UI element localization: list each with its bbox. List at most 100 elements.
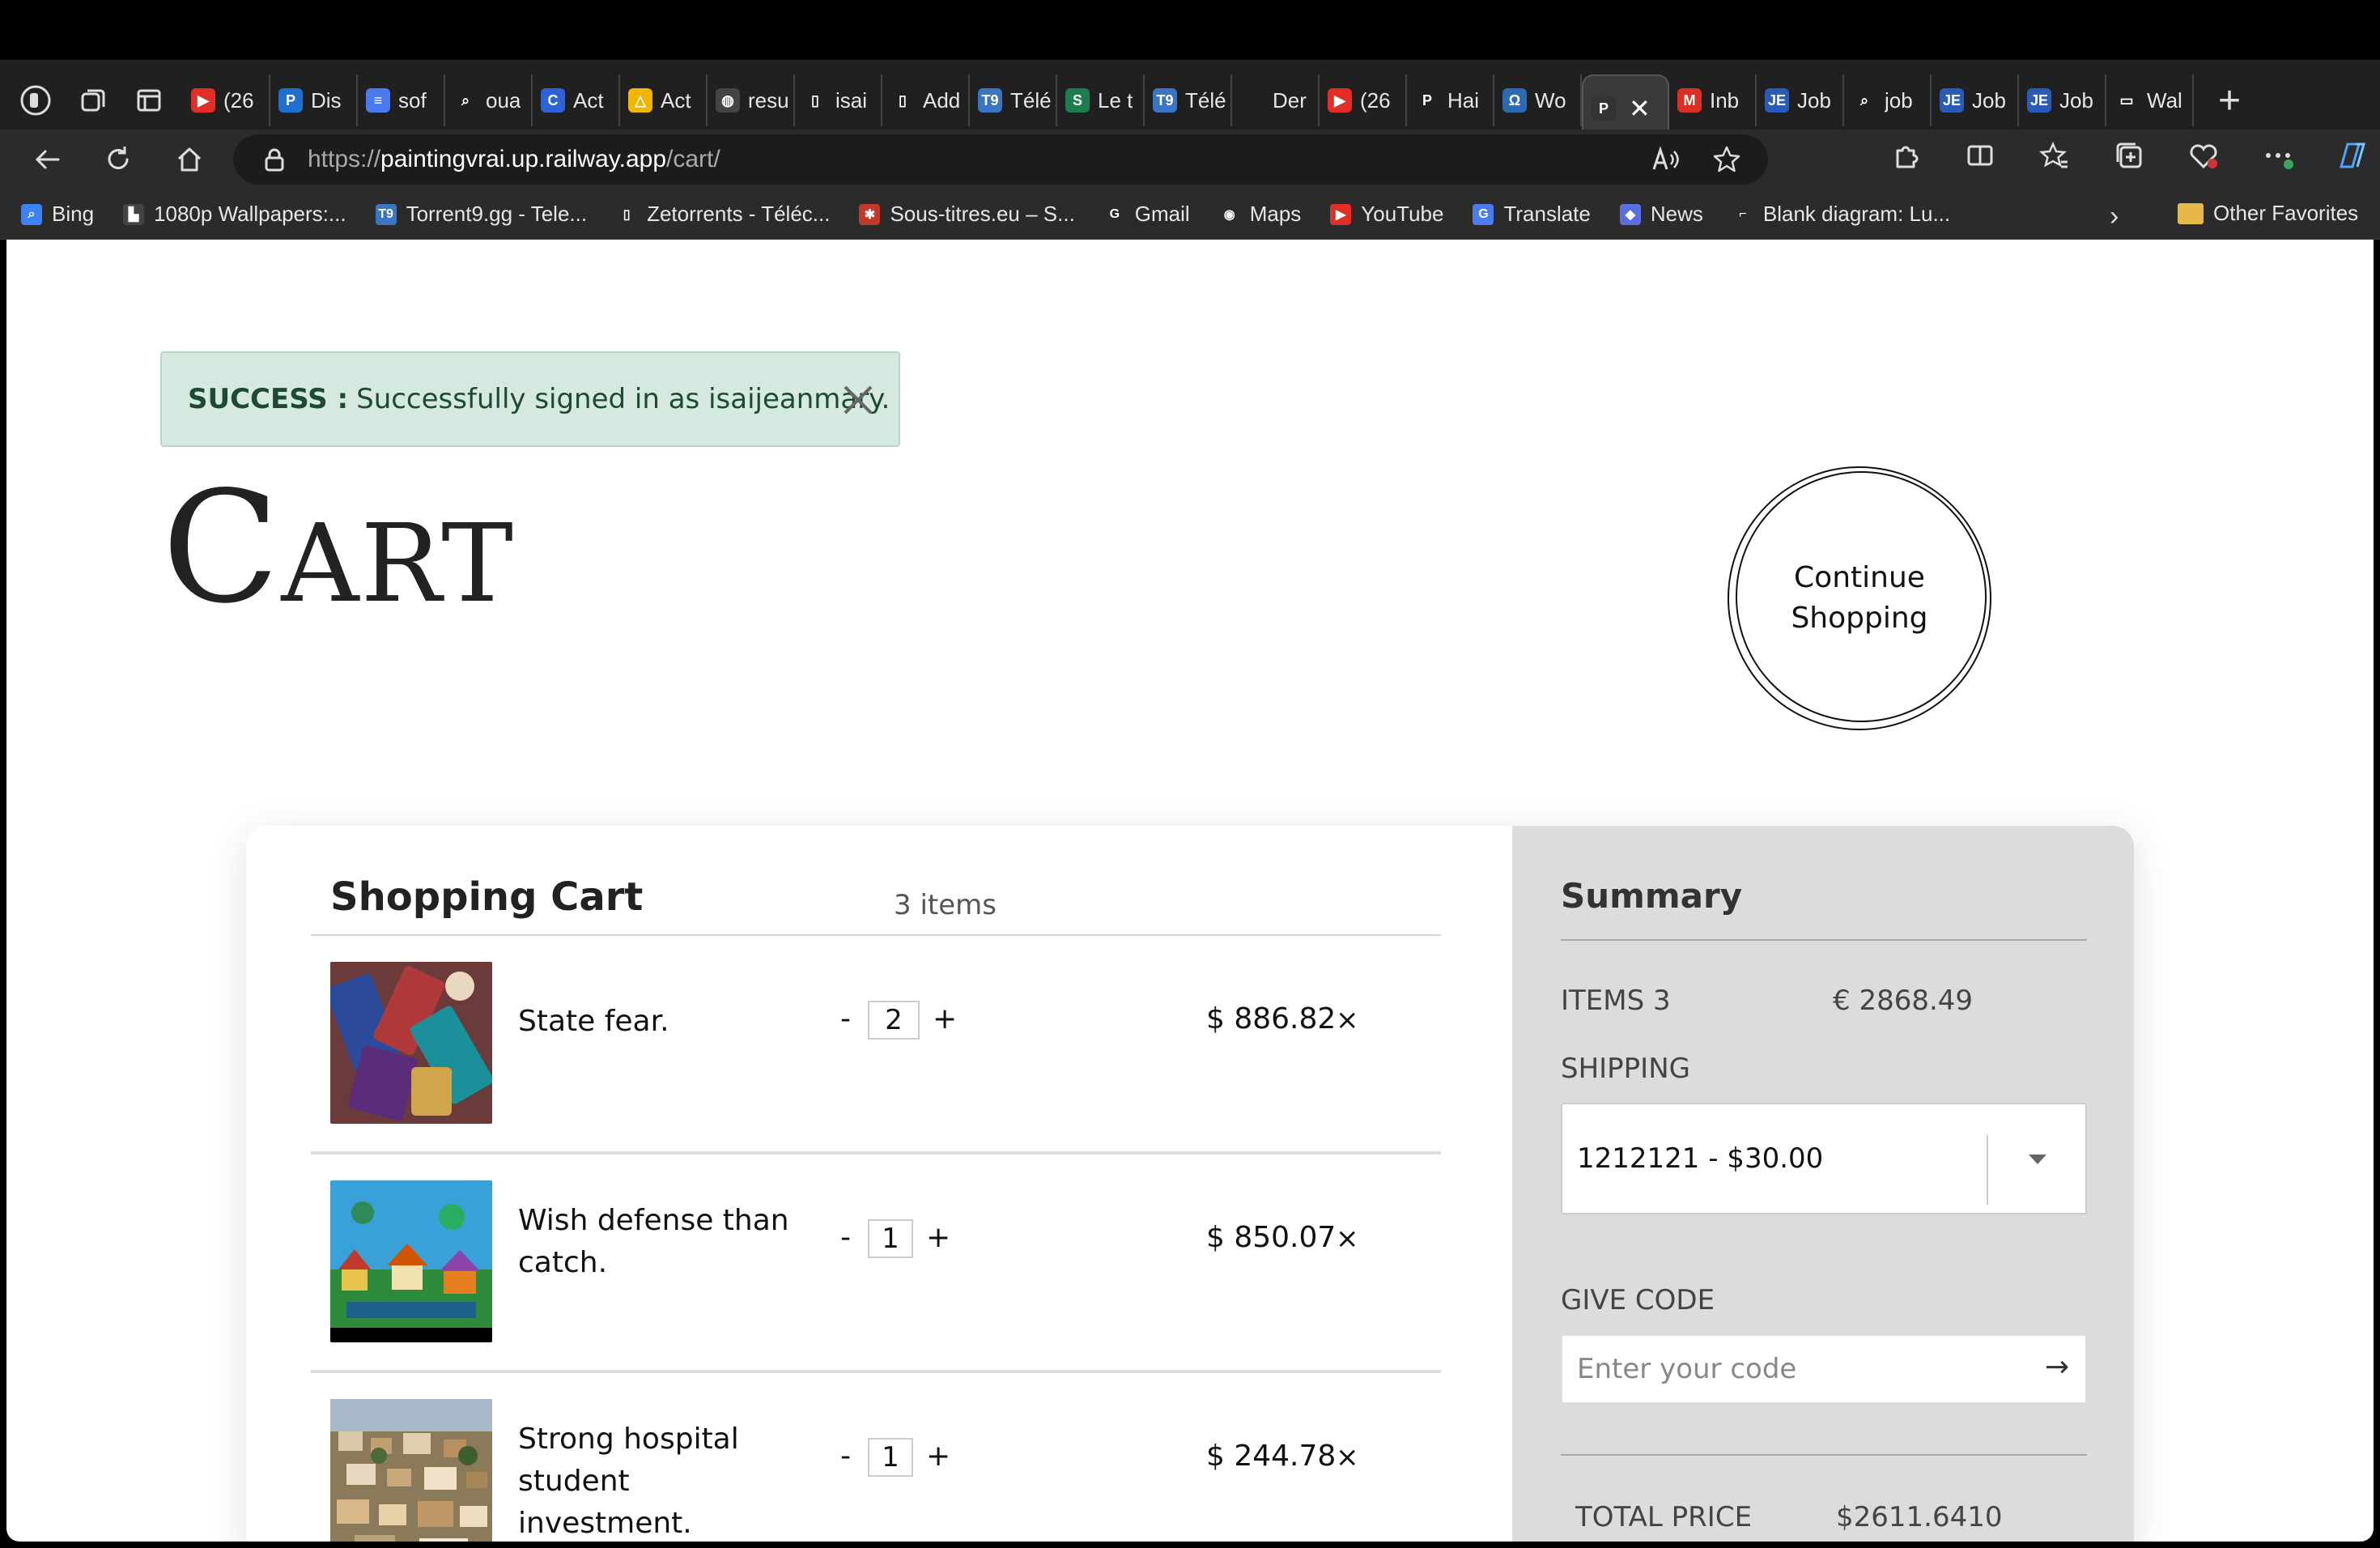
tab-label: Act (573, 87, 604, 113)
tab-actions-icon[interactable] (126, 78, 172, 123)
browser-tab[interactable]: JE Job (2019, 74, 2106, 126)
quantity-field[interactable]: 1 (868, 1219, 913, 1258)
quantity-field[interactable]: 2 (868, 1001, 920, 1040)
split-screen-icon[interactable] (1961, 136, 2000, 175)
collections-icon[interactable] (2110, 136, 2148, 175)
favorite-link[interactable]: ⌐ Blank diagram: Lu... (1732, 202, 1950, 227)
lock-icon (265, 148, 284, 172)
browser-tab[interactable]: ▯ Add (882, 74, 970, 126)
quantity-field[interactable]: 1 (868, 1438, 913, 1477)
folder-icon (2178, 202, 2204, 224)
product-name[interactable]: Wish defense than catch. (518, 1200, 810, 1284)
profile-icon[interactable] (13, 78, 58, 123)
increase-qty-button[interactable]: + (933, 1002, 957, 1036)
browser-tab[interactable]: ▯ isai (795, 74, 882, 126)
browser-tab[interactable]: Der (1232, 74, 1320, 126)
tab-label: Télé (1185, 87, 1226, 113)
favorite-link[interactable]: G Gmail (1103, 202, 1190, 227)
item-price: $ 886.82 (1206, 1002, 1337, 1036)
workspaces-icon[interactable] (70, 78, 115, 123)
favorite-link[interactable]: ▙ 1080p Wallpapers:... (123, 202, 346, 227)
continue-shopping-button[interactable]: Continue Shopping (1728, 466, 1991, 730)
favorites-overflow-icon[interactable]: › (2110, 201, 2119, 232)
browser-tab[interactable]: JE Job (1757, 74, 1844, 126)
decrease-qty-button[interactable]: - (840, 1221, 851, 1254)
item-price: $ 244.78 (1206, 1440, 1337, 1473)
browser-tab[interactable]: T9 Télé (1145, 74, 1232, 126)
browser-tab[interactable]: ⌕ job (1844, 74, 1932, 126)
favorites-icon[interactable] (2035, 136, 2074, 175)
tab-strip: ▶ (26 P Dis ≡ sof ⌕ oua C Act △ Act ◍ resu ▯ isai ▯ Add T9… (0, 60, 2380, 141)
favorite-link[interactable]: ⌕ Bing (21, 202, 94, 227)
give-code-label: GIVE CODE (1561, 1284, 1715, 1316)
favorite-link[interactable]: T9 Torrent9.gg - Tele... (375, 202, 587, 227)
close-tab-icon[interactable]: ✕ (1629, 93, 1651, 124)
other-favorites-folder[interactable]: Other Favorites (2178, 201, 2358, 226)
refresh-icon[interactable] (96, 137, 141, 182)
browser-tab[interactable]: P Hai (1407, 74, 1494, 126)
remove-item-button[interactable]: × (1336, 1223, 1359, 1255)
youtube-icon: ▶ (191, 88, 215, 113)
product-name[interactable]: State fear. (518, 1001, 810, 1043)
product-thumbnail[interactable] (330, 1399, 492, 1542)
drive-icon: △ (628, 88, 652, 113)
product-thumbnail[interactable] (330, 1180, 492, 1342)
chevron-down-icon[interactable] (2029, 1155, 2046, 1164)
arrow-right-icon[interactable]: → (2045, 1350, 2069, 1384)
browser-essentials-icon[interactable] (2184, 136, 2223, 175)
browser-tab[interactable]: ▶ (26 (1320, 74, 1407, 126)
cart-item: Wish defense than catch. - 1 + $ 850.07 … (311, 1155, 1441, 1373)
increase-qty-button[interactable]: + (926, 1440, 950, 1473)
more-options-icon[interactable] (2259, 136, 2297, 175)
browser-tab[interactable]: ▭ Wal (2106, 74, 2194, 126)
favorite-link[interactable]: ▶ YouTube (1330, 202, 1443, 227)
favorite-link[interactable]: ▯ Zetorrents - Téléc... (616, 202, 830, 227)
new-tab-icon[interactable]: + (2218, 79, 2241, 123)
favorite-link[interactable]: G Translate (1473, 202, 1591, 227)
shipping-select[interactable]: 1212121 - $30.00 (1561, 1103, 2087, 1214)
browser-tab[interactable]: S Le t (1057, 74, 1145, 126)
browser-tab[interactable]: C Act (533, 74, 620, 126)
favorite-label: YouTube (1361, 202, 1444, 226)
search-icon: ⌕ (21, 203, 42, 225)
favorite-link[interactable]: ◉ Maps (1218, 202, 1301, 227)
continue-shopping-label: Continue Shopping (1791, 561, 1928, 635)
home-icon[interactable] (167, 137, 212, 182)
copilot-icon[interactable] (2333, 136, 2372, 175)
extensions-icon[interactable] (1886, 136, 1925, 175)
browser-tab[interactable]: JE Job (1932, 74, 2019, 126)
tab-label: Job (2059, 87, 2093, 113)
favorite-label: Sous-titres.eu – S... (890, 202, 1075, 226)
favorite-link[interactable]: ✱ Sous-titres.eu – S... (859, 202, 1075, 227)
read-aloud-icon[interactable] (1648, 142, 1682, 176)
favorite-link[interactable]: ◆ News (1619, 202, 1703, 227)
promo-code-field[interactable]: → (1561, 1334, 2087, 1404)
address-bar[interactable]: https://paintingvrai.up.railway.app/cart… (233, 134, 1768, 185)
translate-icon: G (1473, 203, 1494, 225)
browser-tab[interactable]: ▶ (26 (183, 74, 270, 126)
back-icon[interactable] (24, 137, 70, 182)
browser-tab[interactable]: M Inb (1669, 74, 1757, 126)
browser-tab[interactable]: T9 Télé (970, 74, 1057, 126)
wallet-icon: ▭ (2114, 88, 2139, 113)
product-name[interactable]: Strong hospital student investment. (518, 1418, 810, 1542)
increase-qty-button[interactable]: + (926, 1221, 950, 1254)
decrease-qty-button[interactable]: - (840, 1440, 851, 1473)
item-price: $ 850.07 (1206, 1221, 1337, 1254)
browser-tab[interactable]: ◍ resu (708, 74, 795, 126)
promo-code-input[interactable] (1577, 1353, 2014, 1385)
close-icon[interactable] (840, 382, 876, 418)
product-thumbnail[interactable] (330, 962, 492, 1124)
browser-tab[interactable]: △ Act (620, 74, 708, 126)
remove-item-button[interactable]: × (1336, 1441, 1359, 1474)
total-price-label: TOTAL PRICE (1575, 1501, 1753, 1533)
decrease-qty-button[interactable]: - (840, 1002, 851, 1036)
browser-tab[interactable]: Ω Wo (1494, 74, 1582, 126)
summary-heading: Summary (1561, 876, 1743, 916)
browser-tab[interactable]: P Dis (270, 74, 358, 126)
browser-tab[interactable]: ≡ sof (358, 74, 445, 126)
other-favorites-label: Other Favorites (2213, 201, 2359, 225)
browser-tab[interactable]: ⌕ oua (445, 74, 533, 126)
remove-item-button[interactable]: × (1336, 1004, 1359, 1036)
favorite-star-icon[interactable] (1710, 142, 1744, 176)
